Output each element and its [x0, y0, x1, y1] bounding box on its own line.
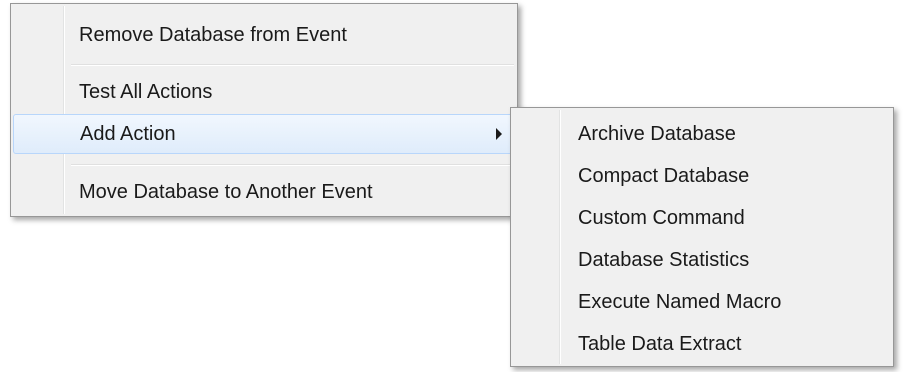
submenu-item-archive-database[interactable]: Archive Database — [513, 114, 891, 154]
submenu-arrow-icon — [496, 128, 502, 140]
submenu-item-database-statistics[interactable]: Database Statistics — [513, 240, 891, 280]
menu-item-remove-database[interactable]: Remove Database from Event — [13, 15, 515, 55]
menu-item-add-action[interactable]: Add Action — [13, 114, 515, 154]
menu-item-label: Remove Database from Event — [79, 24, 347, 46]
menu-item-label: Test All Actions — [79, 81, 213, 103]
menu-item-label: Move Database to Another Event — [79, 181, 373, 203]
menu-item-label: Execute Named Macro — [578, 291, 782, 313]
submenu-item-execute-named-macro[interactable]: Execute Named Macro — [513, 282, 891, 322]
submenu-item-compact-database[interactable]: Compact Database — [513, 156, 891, 196]
menu-separator — [71, 64, 514, 65]
context-menu: Remove Database from Event Test All Acti… — [10, 3, 518, 217]
menu-item-test-all-actions[interactable]: Test All Actions — [13, 72, 515, 112]
menu-item-label: Custom Command — [578, 207, 745, 229]
submenu-item-table-data-extract[interactable]: Table Data Extract — [513, 324, 891, 364]
menu-item-move-database[interactable]: Move Database to Another Event — [13, 172, 515, 212]
menu-item-label: Table Data Extract — [578, 333, 742, 355]
menu-item-label: Database Statistics — [578, 249, 750, 271]
menu-item-label: Compact Database — [578, 165, 750, 187]
add-action-submenu: Archive Database Compact Database Custom… — [510, 107, 894, 367]
menu-item-label: Archive Database — [578, 123, 736, 145]
menu-separator — [71, 164, 514, 165]
menu-item-label: Add Action — [80, 123, 176, 145]
submenu-item-custom-command[interactable]: Custom Command — [513, 198, 891, 238]
